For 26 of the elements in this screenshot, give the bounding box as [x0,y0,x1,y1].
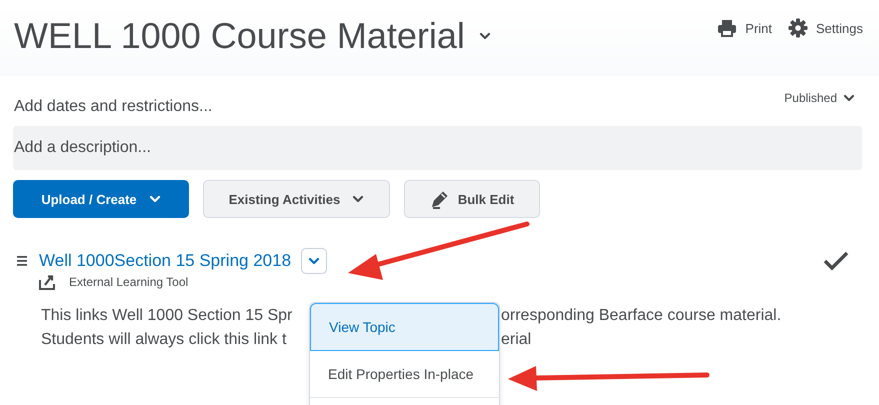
chevron-down-icon [843,93,857,103]
existing-activities-button[interactable]: Existing Activities [203,180,390,218]
description-text: orresponding Bearface course material. [501,306,782,326]
context-menu-button[interactable] [301,248,328,274]
topic-link[interactable]: Well 1000Section 15 Spring 2018 [39,251,292,271]
pencil-icon [430,189,450,209]
menu-item[interactable]: Edit Properties In-place [310,351,499,398]
description-field[interactable]: Add a description... [13,126,862,170]
description-text: erial [501,330,532,350]
printer-icon [717,19,738,37]
chevron-down-icon [308,256,320,266]
menu-item[interactable]: View Topic [310,303,499,351]
external-tool-icon [39,274,57,290]
caret-icon [478,31,491,41]
dates-restrictions-link[interactable]: Add dates and restrictions... [14,88,212,116]
topic-type-label: External Learning Tool [69,275,188,289]
bulk-edit-button[interactable]: Bulk Edit [404,180,540,218]
drag-handle-icon [17,256,27,266]
print-button[interactable]: Print [717,18,772,38]
page-title: WELL 1000 Course Material [14,14,465,58]
description-text: Students will always click this link t [41,331,286,348]
settings-button[interactable]: Settings [788,18,863,38]
description-text: This links Well 1000 Section 15 Spr [41,307,292,324]
gear-icon [788,18,808,38]
published-dropdown[interactable]: Published [784,91,857,105]
upload-create-button[interactable]: Upload / Create [13,180,189,218]
